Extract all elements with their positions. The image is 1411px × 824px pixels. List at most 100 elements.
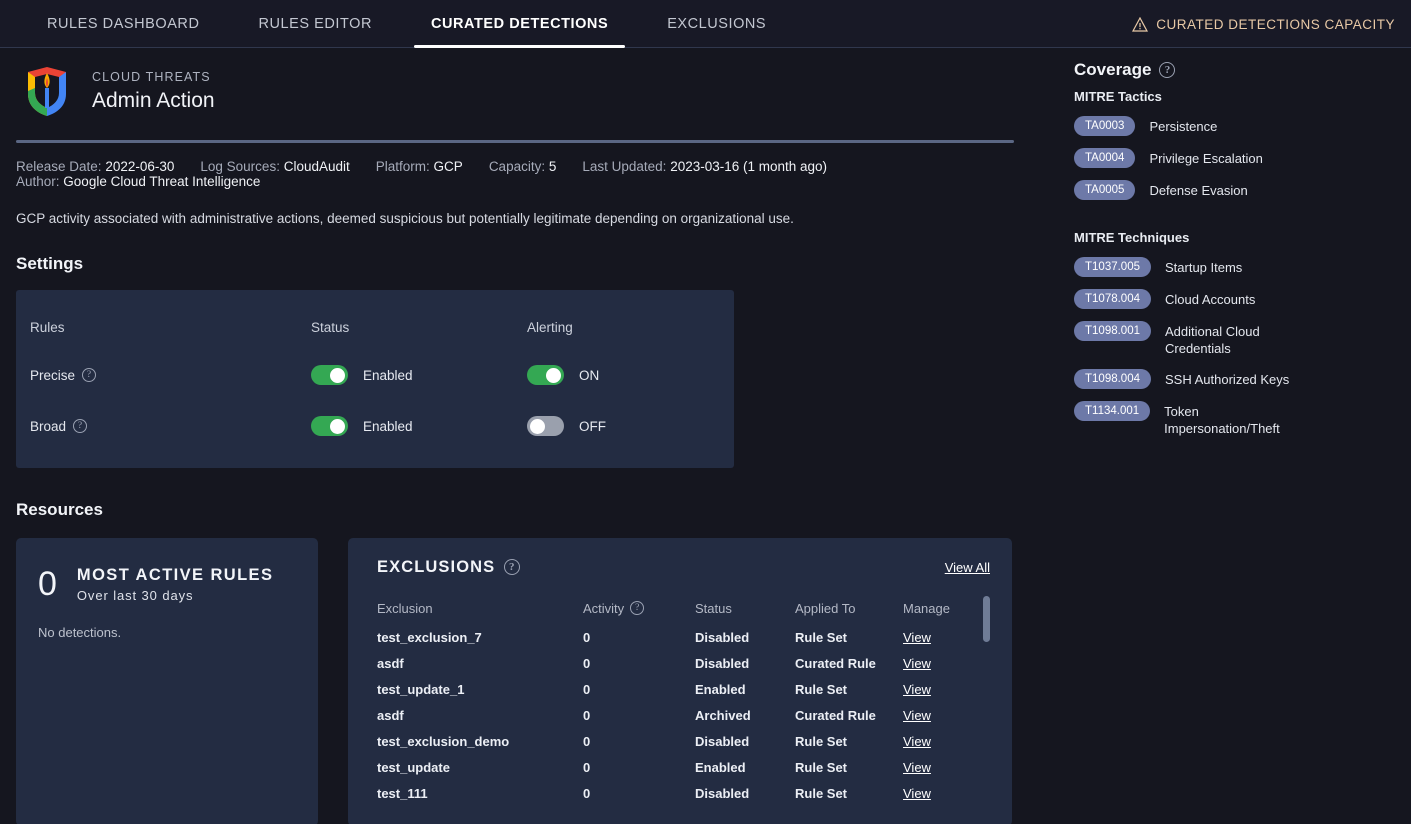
list-item[interactable]: TA0003 Persistence: [1074, 116, 1411, 136]
technique-name: Cloud Accounts: [1165, 289, 1255, 308]
technique-id-badge: T1098.001: [1074, 321, 1151, 341]
table-row[interactable]: test_exclusion_demo 0 Disabled Rule Set …: [377, 729, 990, 755]
table-row[interactable]: test_update_1 0 Enabled Rule Set View: [377, 677, 990, 703]
help-icon[interactable]: ?: [73, 419, 87, 433]
exclusions-header-row: Exclusion Activity ? Status Applied To M…: [377, 601, 990, 625]
cell-activity: 0: [583, 677, 695, 703]
list-item[interactable]: T1098.001 Additional Cloud Credentials: [1074, 321, 1411, 357]
list-item[interactable]: T1098.004 SSH Authorized Keys: [1074, 369, 1411, 389]
detection-title-block: CLOUD THREATS Admin Action: [92, 70, 215, 113]
cell-status: Disabled: [695, 625, 795, 651]
curated-detections-capacity-link[interactable]: CURATED DETECTIONS CAPACITY: [1132, 0, 1395, 48]
cell-applied-to: Curated Rule: [795, 651, 903, 677]
cell-exclusion-name: test_111: [377, 781, 583, 807]
tactic-id-badge: TA0004: [1074, 148, 1135, 168]
table-row[interactable]: test_update 0 Enabled Rule Set View: [377, 755, 990, 781]
main-content: CLOUD THREATS Admin Action Release Date:…: [0, 48, 1070, 824]
list-item[interactable]: TA0004 Privilege Escalation: [1074, 148, 1411, 168]
table-row[interactable]: asdf 0 Disabled Curated Rule View: [377, 651, 990, 677]
tactic-name: Privilege Escalation: [1149, 148, 1262, 167]
column-header-activity-label: Activity: [583, 601, 624, 616]
broad-alerting-label: OFF: [579, 419, 606, 434]
cell-applied-to: Rule Set: [795, 625, 903, 651]
cell-status: Disabled: [695, 781, 795, 807]
tab-label: RULES DASHBOARD: [47, 16, 199, 32]
list-item[interactable]: T1078.004 Cloud Accounts: [1074, 289, 1411, 309]
tab-label: RULES EDITOR: [258, 16, 372, 32]
tab-rules-dashboard[interactable]: RULES DASHBOARD: [30, 0, 216, 48]
list-item[interactable]: TA0005 Defense Evasion: [1074, 180, 1411, 200]
exclusions-title-group: EXCLUSIONS ?: [377, 558, 520, 577]
column-header-alerting: Alerting: [527, 320, 573, 335]
mitre-techniques-heading: MITRE Techniques: [1074, 230, 1411, 245]
view-link[interactable]: View: [903, 786, 931, 801]
tab-exclusions[interactable]: EXCLUSIONS: [650, 0, 783, 48]
broad-alerting-toggle[interactable]: [527, 416, 564, 436]
cell-status: Enabled: [695, 677, 795, 703]
tactic-id-badge: TA0005: [1074, 180, 1135, 200]
cell-exclusion-name: test_update_1: [377, 677, 583, 703]
precise-status-toggle[interactable]: [311, 365, 348, 385]
toggle-knob: [530, 419, 545, 434]
column-header-rules: Rules: [30, 320, 65, 335]
table-row[interactable]: asdf 0 Archived Curated Rule View: [377, 703, 990, 729]
rule-type-label: Precise: [30, 368, 75, 383]
help-icon[interactable]: ?: [82, 368, 96, 382]
cell-applied-to: Rule Set: [795, 677, 903, 703]
cell-applied-to: Rule Set: [795, 781, 903, 807]
meta-value: 2023-03-16 (1 month ago): [670, 159, 827, 174]
cell-status: Enabled: [695, 755, 795, 781]
view-link[interactable]: View: [903, 734, 931, 749]
cell-status: Disabled: [695, 729, 795, 755]
exclusions-table-body: test_exclusion_7 0 Disabled Rule Set Vie…: [377, 625, 990, 807]
settings-row-precise: Precise ? Enabled ON: [16, 350, 734, 401]
most-active-count: 0: [38, 567, 57, 601]
tab-rules-editor[interactable]: RULES EDITOR: [241, 0, 389, 48]
tactic-name: Defense Evasion: [1149, 180, 1247, 199]
view-link[interactable]: View: [903, 708, 931, 723]
help-icon[interactable]: ?: [504, 559, 520, 575]
toggle-knob: [330, 368, 345, 383]
column-header-applied-to: Applied To: [795, 601, 903, 625]
cell-applied-to: Curated Rule: [795, 703, 903, 729]
detection-category: CLOUD THREATS: [92, 70, 215, 84]
page-body: CLOUD THREATS Admin Action Release Date:…: [0, 48, 1411, 824]
table-row[interactable]: test_exclusion_7 0 Disabled Rule Set Vie…: [377, 625, 990, 651]
view-link[interactable]: View: [903, 630, 931, 645]
view-all-link[interactable]: View All: [945, 560, 990, 575]
cell-exclusion-name: asdf: [377, 651, 583, 677]
table-row[interactable]: test_111 0 Disabled Rule Set View: [377, 781, 990, 807]
resources-heading: Resources: [16, 500, 1054, 520]
help-icon[interactable]: ?: [1159, 62, 1175, 78]
view-link[interactable]: View: [903, 682, 931, 697]
list-item[interactable]: T1037.005 Startup Items: [1074, 257, 1411, 277]
column-header-activity: Activity ?: [583, 601, 695, 625]
cell-status: Archived: [695, 703, 795, 729]
precise-status-label: Enabled: [363, 368, 413, 383]
meta-last-updated: Last Updated: 2023-03-16 (1 month ago): [582, 159, 827, 174]
list-item[interactable]: T1134.001 Token Impersonation/Theft: [1074, 401, 1411, 437]
column-header-status: Status: [695, 601, 795, 625]
most-active-title: MOST ACTIVE RULES: [77, 566, 273, 585]
cell-activity: 0: [583, 729, 695, 755]
technique-id-badge: T1098.004: [1074, 369, 1151, 389]
technique-id-badge: T1037.005: [1074, 257, 1151, 277]
exclusions-card-header: EXCLUSIONS ? View All: [377, 558, 990, 577]
meta-value: CloudAudit: [284, 159, 350, 174]
coverage-heading: Coverage ?: [1074, 60, 1411, 80]
broad-status-label: Enabled: [363, 419, 413, 434]
scrollbar-thumb[interactable]: [983, 596, 990, 642]
most-active-text: MOST ACTIVE RULES Over last 30 days: [77, 566, 273, 603]
view-link[interactable]: View: [903, 760, 931, 775]
tactic-name: Persistence: [1149, 116, 1217, 135]
tab-curated-detections[interactable]: CURATED DETECTIONS: [414, 0, 625, 48]
view-link[interactable]: View: [903, 656, 931, 671]
precise-alerting-toggle[interactable]: [527, 365, 564, 385]
most-active-subtitle: Over last 30 days: [77, 588, 273, 603]
tab-list: RULES DASHBOARD RULES EDITOR CURATED DET…: [0, 0, 808, 48]
exclusions-card: EXCLUSIONS ? View All Exclusion Activity…: [348, 538, 1012, 824]
exclusions-scrollbar[interactable]: [983, 596, 990, 808]
detection-header: CLOUD THREATS Admin Action: [16, 48, 1054, 118]
broad-status-toggle[interactable]: [311, 416, 348, 436]
help-icon[interactable]: ?: [630, 601, 644, 615]
